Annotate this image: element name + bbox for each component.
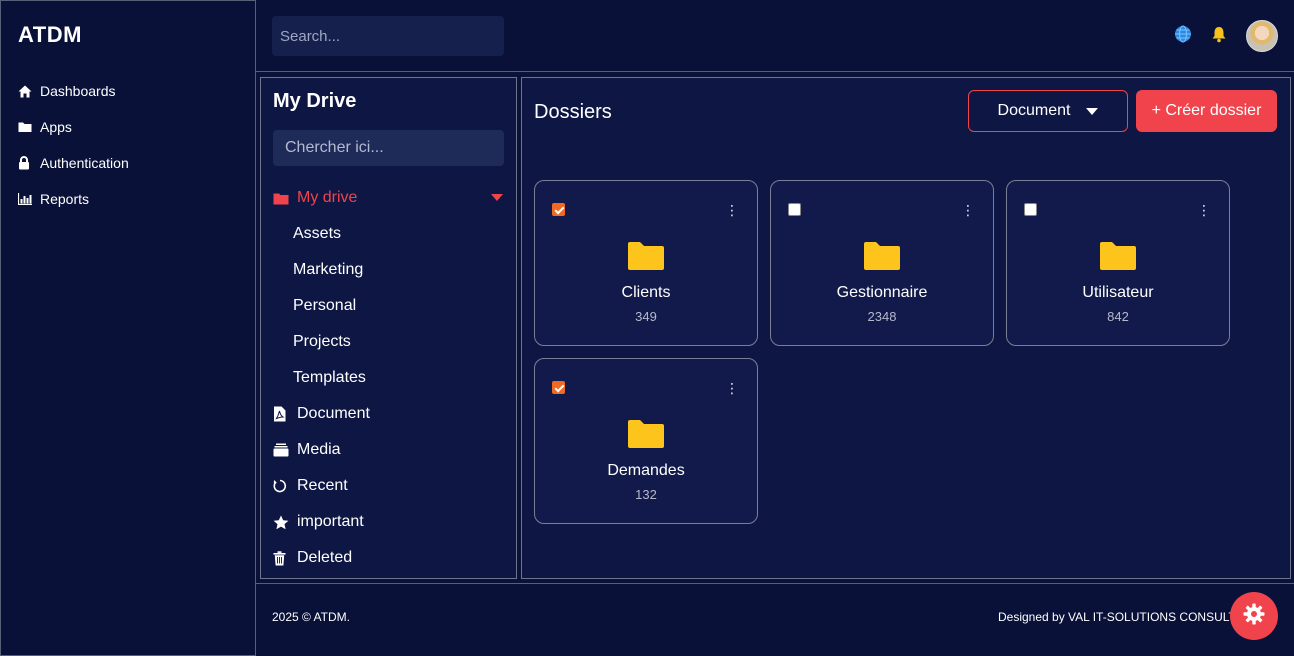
tree-item-label: Projects bbox=[293, 333, 351, 350]
tree-item-media[interactable]: Media bbox=[273, 432, 505, 468]
tree-item-my-drive[interactable]: My drive bbox=[273, 180, 505, 216]
chevron-down-icon[interactable] bbox=[491, 194, 503, 201]
tree-item-assets[interactable]: Assets bbox=[273, 216, 505, 252]
folder-checkbox[interactable] bbox=[788, 203, 801, 216]
folder-count: 132 bbox=[635, 487, 657, 502]
history-icon bbox=[273, 479, 297, 493]
folder-checkbox[interactable] bbox=[552, 381, 565, 394]
sidebar-item-label: Reports bbox=[40, 191, 90, 207]
media-stack-icon bbox=[273, 443, 297, 457]
footer-copyright: 2025 © ATDM. bbox=[272, 610, 350, 624]
tree-item-label: Recent bbox=[297, 477, 348, 494]
drive-panel: My Drive My drive Assets Marketing Perso… bbox=[260, 77, 517, 579]
tree-item-label: Document bbox=[297, 405, 370, 422]
pdf-file-icon bbox=[273, 406, 297, 422]
footer-credit: Designed by VAL IT-SOLUTIONS CONSULTING bbox=[998, 610, 1238, 624]
bar-chart-icon bbox=[18, 193, 40, 205]
tree-item-label: Media bbox=[297, 441, 341, 458]
sidebar-item-label: Authentication bbox=[40, 155, 129, 171]
more-options-icon[interactable]: ⋮ bbox=[1197, 203, 1211, 217]
tree-item-label: Deleted bbox=[297, 549, 353, 566]
folder-count: 349 bbox=[635, 309, 657, 324]
more-options-icon[interactable]: ⋮ bbox=[725, 203, 739, 217]
sidebar-item-dashboards[interactable]: Dashboards bbox=[18, 73, 129, 109]
footer: 2025 © ATDM. Designed by VAL IT-SOLUTION… bbox=[256, 583, 1294, 656]
tree-item-projects[interactable]: Projects bbox=[273, 324, 505, 360]
folder-count: 842 bbox=[1107, 309, 1129, 324]
sidebar-item-label: Apps bbox=[40, 119, 72, 135]
tree-item-label: Marketing bbox=[293, 261, 364, 278]
folder-card[interactable]: ⋮ Utilisateur 842 bbox=[1006, 180, 1230, 346]
tree-item-label: Templates bbox=[293, 369, 366, 386]
globe-icon[interactable] bbox=[1174, 25, 1192, 48]
tree-item-deleted[interactable]: Deleted bbox=[273, 540, 505, 576]
folder-card[interactable]: ⋮ Gestionnaire 2348 bbox=[770, 180, 994, 346]
gear-icon bbox=[1243, 603, 1265, 630]
tree-item-label: important bbox=[297, 513, 364, 530]
folders-panel: Dossiers Document + Créer dossier ⋮ Clie… bbox=[521, 77, 1291, 579]
folder-icon bbox=[627, 419, 665, 454]
tree-item-label: Personal bbox=[293, 297, 357, 314]
global-search-input[interactable] bbox=[272, 16, 504, 56]
folder-icon bbox=[273, 192, 297, 205]
trash-icon bbox=[273, 550, 297, 566]
bell-icon[interactable] bbox=[1210, 25, 1228, 48]
more-options-icon[interactable]: ⋮ bbox=[725, 381, 739, 395]
drive-search-input[interactable] bbox=[273, 130, 504, 166]
folder-name: Gestionnaire bbox=[836, 284, 928, 301]
sidebar-nav: Dashboards Apps Authentication Reports bbox=[18, 73, 129, 217]
topbar bbox=[256, 0, 1294, 72]
tree-item-document[interactable]: Document bbox=[273, 396, 505, 432]
folder-icon bbox=[18, 121, 40, 133]
folder-checkbox[interactable] bbox=[1024, 203, 1037, 216]
folder-icon bbox=[627, 241, 665, 276]
drive-title: My Drive bbox=[273, 90, 357, 112]
caret-down-icon bbox=[1086, 107, 1099, 115]
tree-item-important[interactable]: important bbox=[273, 504, 505, 540]
create-folder-button[interactable]: + Créer dossier bbox=[1136, 90, 1277, 132]
folder-name: Utilisateur bbox=[1082, 284, 1154, 301]
sidebar-item-label: Dashboards bbox=[40, 83, 116, 99]
folder-icon bbox=[863, 241, 901, 276]
settings-fab-button[interactable] bbox=[1230, 592, 1278, 640]
folder-icon bbox=[1099, 241, 1137, 276]
tree-item-label: My drive bbox=[297, 189, 358, 206]
folder-name: Demandes bbox=[607, 462, 685, 479]
document-type-dropdown[interactable]: Document bbox=[968, 90, 1128, 132]
app-sidebar: ATDM Dashboards Apps Authentication Repo… bbox=[0, 0, 256, 656]
page-title: Dossiers bbox=[534, 101, 612, 123]
brand-logo[interactable]: ATDM bbox=[18, 22, 82, 48]
folder-card[interactable]: ⋮ Clients 349 bbox=[534, 180, 758, 346]
tree-item-label: Assets bbox=[293, 225, 342, 242]
sidebar-item-apps[interactable]: Apps bbox=[18, 109, 129, 145]
topbar-actions bbox=[1156, 20, 1278, 52]
more-options-icon[interactable]: ⋮ bbox=[961, 203, 975, 217]
folder-card[interactable]: ⋮ Demandes 132 bbox=[534, 358, 758, 524]
tree-item-marketing[interactable]: Marketing bbox=[273, 252, 505, 288]
dropdown-label: Document bbox=[997, 102, 1071, 119]
lock-icon bbox=[18, 156, 40, 170]
sidebar-item-authentication[interactable]: Authentication bbox=[18, 145, 129, 181]
tree-item-recent[interactable]: Recent bbox=[273, 468, 505, 504]
tree-item-personal[interactable]: Personal bbox=[273, 288, 505, 324]
folder-count: 2348 bbox=[867, 309, 897, 324]
home-icon bbox=[18, 85, 40, 98]
avatar[interactable] bbox=[1246, 20, 1278, 52]
folder-checkbox[interactable] bbox=[552, 203, 565, 216]
sidebar-item-reports[interactable]: Reports bbox=[18, 181, 129, 217]
star-icon bbox=[273, 515, 297, 530]
tree-item-templates[interactable]: Templates bbox=[273, 360, 505, 396]
folder-name: Clients bbox=[621, 284, 671, 301]
drive-tree: My drive Assets Marketing Personal Proje… bbox=[273, 180, 505, 576]
